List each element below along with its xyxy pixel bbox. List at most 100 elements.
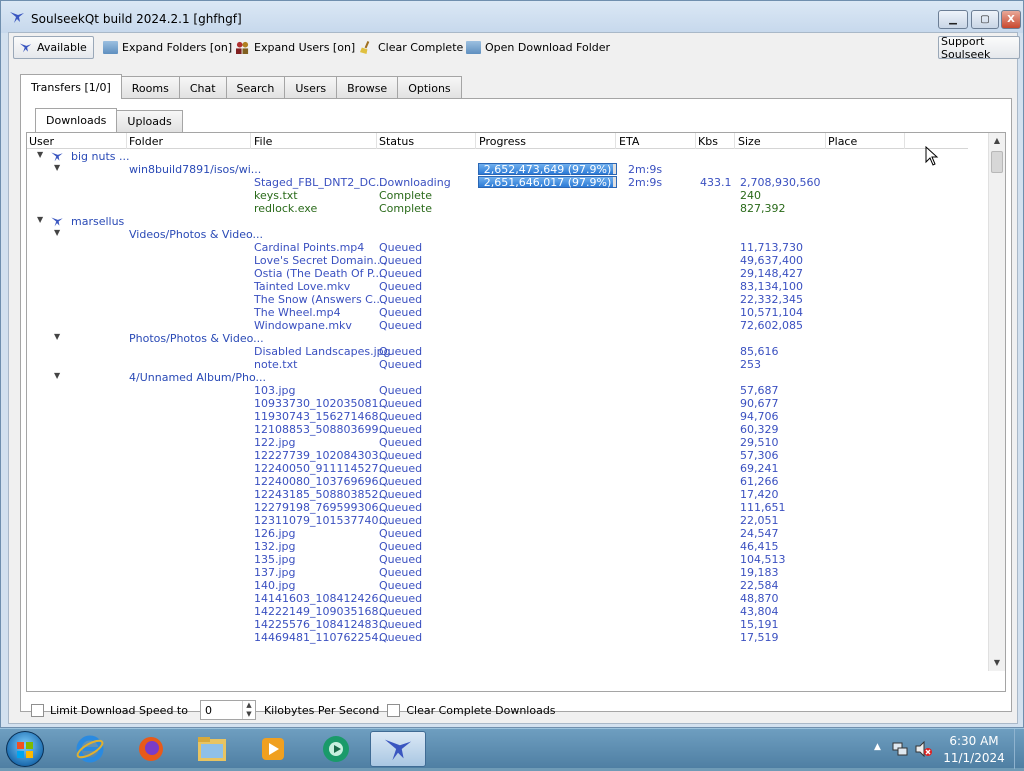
user-row[interactable]: ▼ marsellus — [27, 215, 968, 228]
speed-limit-input[interactable]: 0 ▲ ▼ — [199, 700, 256, 720]
expand-arrow-icon[interactable]: ▼ — [37, 215, 43, 224]
tab-users[interactable]: Users — [284, 76, 338, 99]
media-center-taskbar-button[interactable] — [308, 731, 364, 767]
table-row[interactable]: 12311079_101537740... Queued 22,051 — [27, 514, 968, 527]
table-row[interactable]: 12227739_102084303... Queued 57,306 — [27, 449, 968, 462]
table-row[interactable]: 11930743_156271468... Queued 94,706 — [27, 410, 968, 423]
table-row[interactable]: 12279198_769599306... Queued 111,651 — [27, 501, 968, 514]
tab-chat[interactable]: Chat — [178, 76, 227, 99]
folder-row[interactable]: ▼ win8build7891/isos/wi... 2,652,473,649 (… — [27, 163, 968, 176]
table-row[interactable]: 126.jpg Queued 24,547 — [27, 527, 968, 540]
table-row[interactable]: note.txt Queued 253 — [27, 358, 968, 371]
tab-rooms[interactable]: Rooms — [120, 76, 180, 99]
table-row[interactable]: keys.txt Complete 240 — [27, 189, 968, 202]
tab-browse[interactable]: Browse — [336, 76, 399, 99]
table-row[interactable]: 12240050_911114527... Queued 69,241 — [27, 462, 968, 475]
open-download-folder-button[interactable]: Open Download Folder — [462, 36, 614, 59]
folder-row[interactable]: ▼ Videos/Photos & Video... — [27, 228, 968, 241]
scroll-up-icon[interactable]: ▲ — [989, 133, 1005, 149]
clear-complete-downloads-checkbox[interactable] — [387, 703, 401, 717]
limit-speed-checkbox[interactable] — [31, 703, 44, 717]
column-user[interactable]: User — [29, 135, 54, 148]
user-row[interactable]: ▼ big nuts ... — [27, 150, 968, 163]
close-button[interactable]: X — [1001, 10, 1021, 29]
clock-date[interactable]: 11/1/2024 — [939, 751, 1009, 765]
column-separator[interactable] — [126, 133, 127, 149]
table-row[interactable]: Ostia (The Death Of P... Queued 29,148,427 — [27, 267, 968, 280]
tab-search[interactable]: Search — [225, 76, 286, 99]
soulseek-taskbar-button[interactable] — [370, 731, 426, 767]
internet-explorer-taskbar-button[interactable] — [62, 731, 118, 767]
table-row[interactable]: 14469481_110762254... Queued 17,519 — [27, 631, 968, 644]
table-row[interactable]: 132.jpg Queued 46,415 — [27, 540, 968, 553]
folder-row[interactable]: ▼ Photos/Photos & Video... — [27, 332, 968, 345]
spin-arrows-icon[interactable]: ▲ ▼ — [241, 701, 255, 719]
tab-options[interactable]: Options — [397, 76, 462, 99]
expand-arrow-icon[interactable]: ▼ — [54, 371, 60, 380]
table-row[interactable]: 14225576_108412483... Queued 15,191 — [27, 618, 968, 631]
minimize-button[interactable]: ▁ — [938, 10, 968, 29]
downloads-list[interactable]: User Folder File Status Progress ETA Kbs — [26, 132, 1006, 692]
table-row[interactable]: 12243185_508803852... Queued 17,420 — [27, 488, 968, 501]
column-size[interactable]: Size — [738, 135, 761, 148]
column-place[interactable]: Place — [828, 135, 857, 148]
table-row[interactable]: The Wheel.mp4 Queued 10,571,104 — [27, 306, 968, 319]
expand-users-button[interactable]: Expand Users [on] — [231, 36, 359, 59]
media-player-taskbar-button[interactable] — [245, 731, 301, 767]
clock-time[interactable]: 6:30 AM — [939, 734, 1009, 748]
table-row[interactable]: 14141603_108412426... Queued 48,870 — [27, 592, 968, 605]
scroll-down-icon[interactable]: ▼ — [989, 655, 1005, 671]
table-row[interactable]: 137.jpg Queued 19,183 — [27, 566, 968, 579]
show-desktop-button[interactable] — [1014, 729, 1024, 769]
column-separator[interactable] — [376, 133, 377, 149]
column-kbs[interactable]: Kbs — [698, 135, 718, 148]
expand-arrow-icon[interactable]: ▼ — [54, 332, 60, 341]
expand-arrow-icon[interactable]: ▼ — [54, 228, 60, 237]
table-row[interactable]: Staged_FBL_DNT2_DC... Downloading 2,708,93… — [27, 176, 968, 189]
table-row[interactable]: Disabled Landscapes.jpg Queued 85,616 — [27, 345, 968, 358]
table-row[interactable]: 122.jpg Queued 29,510 — [27, 436, 968, 449]
table-row[interactable]: 10933730_102035081... Queued 90,677 — [27, 397, 968, 410]
column-folder[interactable]: Folder — [129, 135, 163, 148]
support-soulseek-button[interactable]: Support Soulseek — [938, 36, 1020, 59]
column-file[interactable]: File — [254, 135, 272, 148]
folder-row[interactable]: ▼ 4/Unnamed Album/Pho... — [27, 371, 968, 384]
table-row[interactable]: Love's Secret Domain.... Queued 49,637,400 — [27, 254, 968, 267]
maximize-button[interactable]: ▢ — [971, 10, 999, 29]
column-status[interactable]: Status — [379, 135, 414, 148]
column-separator[interactable] — [904, 133, 905, 149]
available-button[interactable]: Available — [13, 36, 94, 59]
tab-uploads[interactable]: Uploads — [116, 110, 183, 132]
expand-folders-button[interactable]: Expand Folders [on] — [99, 36, 236, 59]
column-separator[interactable] — [250, 133, 251, 149]
table-row[interactable]: 14222149_109035168... Queued 43,804 — [27, 605, 968, 618]
column-separator[interactable] — [695, 133, 696, 149]
table-row[interactable]: The Snow (Answers C... Queued 22,332,345 — [27, 293, 968, 306]
column-progress[interactable]: Progress — [479, 135, 526, 148]
table-row[interactable]: Windowpane.mkv Queued 72,602,085 — [27, 319, 968, 332]
table-row[interactable]: 12108853_508803699... Queued 60,329 — [27, 423, 968, 436]
column-eta[interactable]: ETA — [619, 135, 639, 148]
table-row[interactable]: 135.jpg Queued 104,513 — [27, 553, 968, 566]
column-separator[interactable] — [825, 133, 826, 149]
table-row[interactable]: 140.jpg Queued 22,584 — [27, 579, 968, 592]
vertical-scrollbar[interactable]: ▲ ▼ — [988, 133, 1005, 671]
show-hidden-icons-icon[interactable]: ▲ — [874, 742, 881, 752]
tab-downloads[interactable]: Downloads — [35, 108, 118, 132]
clear-complete-button[interactable]: Clear Complete — [355, 36, 467, 59]
tab-transfers[interactable]: Transfers [1/0] — [20, 74, 122, 99]
column-separator[interactable] — [615, 133, 616, 149]
column-separator[interactable] — [475, 133, 476, 149]
table-row[interactable]: 12240080_103769696... Queued 61,266 — [27, 475, 968, 488]
volume-muted-icon[interactable] — [914, 741, 932, 757]
column-separator[interactable] — [734, 133, 735, 149]
expand-arrow-icon[interactable]: ▼ — [54, 163, 60, 172]
start-button[interactable] — [6, 731, 44, 767]
table-row[interactable]: Cardinal Points.mp4 Queued 11,713,730 — [27, 241, 968, 254]
title-bar[interactable]: SoulseekQt build 2024.2.1 [ghfhgf] ▁ ▢ X — [1, 1, 1023, 33]
expand-arrow-icon[interactable]: ▼ — [37, 150, 43, 159]
network-icon[interactable] — [892, 741, 908, 757]
firefox-taskbar-button[interactable] — [123, 731, 179, 767]
file-explorer-taskbar-button[interactable] — [184, 731, 240, 767]
scroll-thumb[interactable] — [991, 151, 1003, 173]
